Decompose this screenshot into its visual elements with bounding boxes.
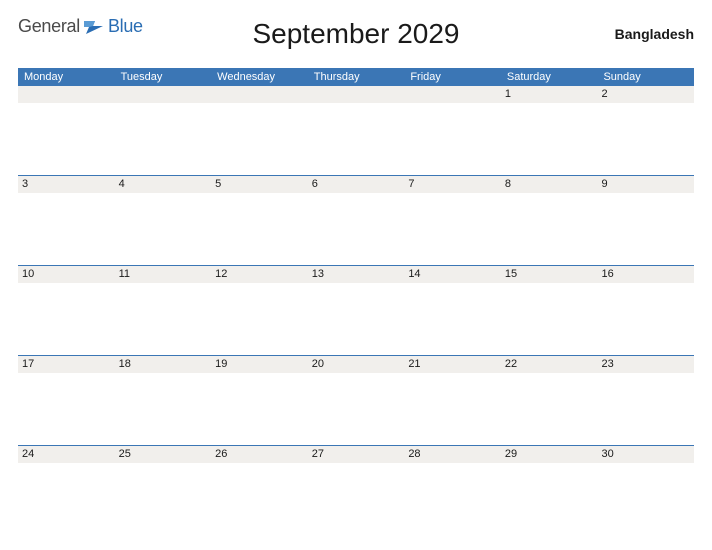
day-body	[115, 463, 212, 535]
day-body	[501, 193, 598, 265]
day-body	[211, 193, 308, 265]
day-cell: 28	[404, 446, 501, 463]
day-cell: 4	[115, 176, 212, 193]
day-cell: 23	[597, 356, 694, 373]
week-body-row	[18, 193, 694, 265]
day-cell-empty	[115, 86, 212, 103]
day-cell-empty	[18, 86, 115, 103]
day-cell: 12	[211, 266, 308, 283]
day-body	[308, 283, 405, 355]
day-cell: 22	[501, 356, 598, 373]
day-body	[501, 283, 598, 355]
weekday-header: Wednesday	[211, 68, 308, 86]
day-body	[18, 103, 115, 175]
weekday-header: Thursday	[308, 68, 405, 86]
day-body	[308, 193, 405, 265]
day-body	[597, 193, 694, 265]
week-row: 10 11 12 13 14 15 16	[18, 265, 694, 283]
day-body	[308, 103, 405, 175]
day-cell: 9	[597, 176, 694, 193]
day-body	[597, 373, 694, 445]
day-body	[597, 103, 694, 175]
weekday-header: Monday	[18, 68, 115, 86]
day-cell: 30	[597, 446, 694, 463]
day-cell: 3	[18, 176, 115, 193]
day-cell: 17	[18, 356, 115, 373]
day-cell: 26	[211, 446, 308, 463]
day-body	[308, 463, 405, 535]
day-body	[115, 193, 212, 265]
day-body	[211, 463, 308, 535]
day-body	[115, 373, 212, 445]
day-cell: 5	[211, 176, 308, 193]
week-row: 3 4 5 6 7 8 9	[18, 175, 694, 193]
weekday-header: Tuesday	[115, 68, 212, 86]
day-body	[18, 283, 115, 355]
day-body	[404, 193, 501, 265]
week-row: 1 2	[18, 86, 694, 103]
day-cell: 10	[18, 266, 115, 283]
day-cell: 13	[308, 266, 405, 283]
day-cell: 8	[501, 176, 598, 193]
day-body	[115, 103, 212, 175]
day-body	[18, 463, 115, 535]
day-body	[18, 193, 115, 265]
day-cell: 15	[501, 266, 598, 283]
day-cell-empty	[308, 86, 405, 103]
day-body	[597, 283, 694, 355]
weekday-header: Saturday	[501, 68, 598, 86]
day-cell: 19	[211, 356, 308, 373]
day-body	[501, 373, 598, 445]
week-row: 17 18 19 20 21 22 23	[18, 355, 694, 373]
day-cell: 25	[115, 446, 212, 463]
day-cell: 6	[308, 176, 405, 193]
day-body	[211, 283, 308, 355]
day-cell: 21	[404, 356, 501, 373]
day-cell: 24	[18, 446, 115, 463]
day-body	[501, 463, 598, 535]
day-body	[404, 283, 501, 355]
weekday-header-row: Monday Tuesday Wednesday Thursday Friday…	[18, 68, 694, 86]
day-body	[501, 103, 598, 175]
page-title: September 2029	[18, 18, 694, 50]
day-body	[211, 373, 308, 445]
day-body	[597, 463, 694, 535]
week-body-row	[18, 283, 694, 355]
day-cell: 7	[404, 176, 501, 193]
week-body-row	[18, 373, 694, 445]
day-body	[115, 283, 212, 355]
week-body-row	[18, 103, 694, 175]
day-cell: 11	[115, 266, 212, 283]
week-row: 24 25 26 27 28 29 30	[18, 445, 694, 463]
day-cell: 20	[308, 356, 405, 373]
day-body	[308, 373, 405, 445]
day-cell-empty	[211, 86, 308, 103]
week-body-row	[18, 463, 694, 535]
day-cell: 18	[115, 356, 212, 373]
weekday-header: Sunday	[597, 68, 694, 86]
day-body	[404, 373, 501, 445]
day-cell: 14	[404, 266, 501, 283]
country-label: Bangladesh	[615, 26, 694, 42]
day-cell: 27	[308, 446, 405, 463]
day-body	[404, 463, 501, 535]
day-body	[18, 373, 115, 445]
day-cell: 16	[597, 266, 694, 283]
day-body	[404, 103, 501, 175]
day-body	[211, 103, 308, 175]
day-cell-empty	[404, 86, 501, 103]
day-cell: 1	[501, 86, 598, 103]
day-cell: 29	[501, 446, 598, 463]
day-cell: 2	[597, 86, 694, 103]
header: General Blue September 2029 Bangladesh	[18, 12, 694, 64]
calendar-grid: Monday Tuesday Wednesday Thursday Friday…	[18, 68, 694, 535]
weekday-header: Friday	[404, 68, 501, 86]
